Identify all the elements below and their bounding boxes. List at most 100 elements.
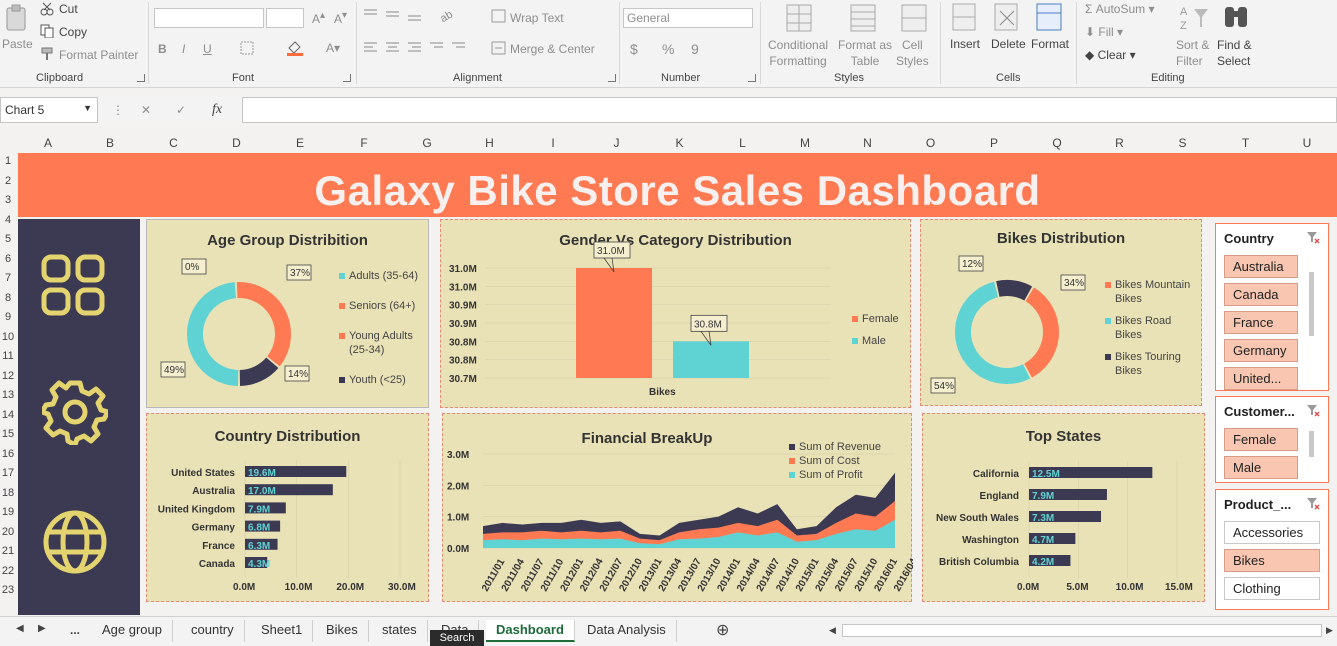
donut-slice[interactable] xyxy=(236,282,291,367)
slicer-item[interactable]: Clothing xyxy=(1224,577,1320,600)
row-header[interactable]: 1 xyxy=(0,155,16,167)
insert-cells-icon[interactable] xyxy=(952,3,978,38)
donut-slice[interactable] xyxy=(239,357,279,386)
column-header[interactable]: A xyxy=(18,134,78,153)
clear-filter-icon[interactable] xyxy=(1306,403,1320,417)
row-header[interactable]: 9 xyxy=(0,311,16,323)
column-header[interactable]: J xyxy=(585,134,648,153)
paste-button[interactable]: Paste xyxy=(2,37,33,51)
column-header[interactable]: S xyxy=(1151,134,1214,153)
percent-button[interactable]: % xyxy=(662,41,674,57)
row-header[interactable]: 14 xyxy=(0,409,16,421)
financial-breakup-chart[interactable]: Financial BreakUp 0.0M 1.0M 2.0M 3.0M 2011/0… xyxy=(442,413,913,602)
new-sheet-icon[interactable]: ⊕ xyxy=(716,620,729,640)
bikes-distribution-chart[interactable]: Bikes Distribution 34% 54% 12% Bikes Mount… xyxy=(920,219,1202,406)
copy-button[interactable]: Copy xyxy=(59,25,87,39)
column-header[interactable]: I xyxy=(521,134,585,153)
globe-icon[interactable] xyxy=(42,509,108,580)
font-name-select[interactable] xyxy=(154,8,264,28)
column-header[interactable]: T xyxy=(1214,134,1277,153)
country-distribution-chart[interactable]: Country Distribution 0.0M 10.0M 20.0M 30.0M… xyxy=(146,413,429,602)
conditional-formatting-icon[interactable] xyxy=(786,4,814,39)
slicer-scrollbar[interactable] xyxy=(1309,272,1314,336)
row-header[interactable]: 20 xyxy=(0,526,16,538)
donut-slice[interactable] xyxy=(996,280,1033,301)
name-box[interactable]: Chart 5 ▼ xyxy=(0,97,98,123)
row-header[interactable]: 16 xyxy=(0,448,16,460)
row-header[interactable]: 19 xyxy=(0,506,16,518)
cell-styles-button[interactable]: Cell Styles xyxy=(896,37,929,69)
column-header[interactable]: R xyxy=(1088,134,1151,153)
shrink-font-icon[interactable]: A▾ xyxy=(334,10,347,26)
donut-slice[interactable] xyxy=(1024,287,1059,378)
bold-button[interactable]: B xyxy=(158,42,167,56)
slicer-item[interactable]: Germany xyxy=(1224,339,1298,362)
wrap-text-icon[interactable] xyxy=(491,9,507,28)
slicer-item[interactable]: Accessories xyxy=(1224,521,1320,544)
row-header[interactable]: 13 xyxy=(0,389,16,401)
format-painter-icon[interactable] xyxy=(40,47,54,66)
copy-icon[interactable] xyxy=(40,24,54,43)
clear-button[interactable]: ◆ Clear ▾ xyxy=(1085,48,1136,62)
row-header[interactable]: 6 xyxy=(0,253,16,265)
grow-font-icon[interactable]: A▴ xyxy=(312,10,325,26)
slicer-item[interactable]: France xyxy=(1224,311,1298,334)
merge-center-icon[interactable] xyxy=(491,41,507,60)
donut-slice[interactable] xyxy=(187,282,239,386)
clear-filter-icon[interactable] xyxy=(1306,496,1320,510)
insert-button[interactable]: Insert xyxy=(950,37,980,51)
formula-input[interactable] xyxy=(242,97,1337,123)
sheet-tab[interactable]: Data Analysis xyxy=(577,620,677,642)
font-size-select[interactable] xyxy=(266,8,304,28)
column-header[interactable]: O xyxy=(899,134,962,153)
insert-function-icon[interactable]: fx xyxy=(212,102,222,118)
number-format-select[interactable]: General xyxy=(623,8,753,28)
italic-button[interactable]: I xyxy=(182,42,185,56)
row-header[interactable]: 8 xyxy=(0,292,16,304)
gender-category-chart[interactable]: Gender Vs Category Distribution 31.0M 31.… xyxy=(440,219,911,408)
row-header[interactable]: 2 xyxy=(0,175,16,187)
autosum-button[interactable]: Σ AutoSum ▾ xyxy=(1085,2,1154,16)
row-header[interactable]: 21 xyxy=(0,545,16,557)
clear-filter-icon[interactable] xyxy=(1306,230,1320,244)
column-header[interactable]: H xyxy=(458,134,521,153)
column-header[interactable]: N xyxy=(836,134,899,153)
column-header[interactable]: C xyxy=(142,134,205,153)
row-header[interactable]: 12 xyxy=(0,370,16,382)
horizontal-scrollbar[interactable] xyxy=(842,624,1322,637)
column-header[interactable]: B xyxy=(78,134,142,153)
cut-icon[interactable] xyxy=(40,2,54,21)
bar-male[interactable] xyxy=(673,341,749,378)
clipboard-launcher-icon[interactable] xyxy=(137,74,145,82)
column-header[interactable]: M xyxy=(774,134,836,153)
scroll-left-icon[interactable]: ◀ xyxy=(16,623,24,634)
sheet-tab[interactable]: country xyxy=(181,620,245,642)
format-as-table-button[interactable]: Format as Table xyxy=(838,37,892,69)
row-header[interactable]: 15 xyxy=(0,428,16,440)
slicer-scrollbar[interactable] xyxy=(1309,431,1314,457)
underline-button[interactable]: U xyxy=(203,42,212,56)
paste-icon[interactable] xyxy=(4,4,30,34)
age-group-chart[interactable]: Age Group Distribition 49% 0% 37% 14% Adult… xyxy=(146,219,429,408)
more-sheets-button[interactable]: ... xyxy=(70,623,80,637)
currency-button[interactable]: $ xyxy=(630,41,638,57)
sheet-tab[interactable]: states xyxy=(372,620,428,642)
column-header[interactable]: P xyxy=(962,134,1026,153)
format-button[interactable]: Format xyxy=(1031,37,1069,51)
conditional-formatting-button[interactable]: Conditional Formatting xyxy=(768,37,828,69)
fill-color-icon[interactable] xyxy=(286,40,304,61)
column-header[interactable]: U xyxy=(1277,134,1337,153)
row-header[interactable]: 18 xyxy=(0,487,16,499)
align-left-icon[interactable] xyxy=(363,41,467,60)
slicer-item[interactable]: Canada xyxy=(1224,283,1298,306)
comma-button[interactable]: 9 xyxy=(691,41,699,57)
column-header[interactable]: L xyxy=(711,134,774,153)
delete-button[interactable]: Delete xyxy=(991,37,1026,51)
row-header[interactable]: 11 xyxy=(0,350,16,362)
sort-filter-button[interactable]: Sort & Filter xyxy=(1176,37,1209,69)
cell-styles-icon[interactable] xyxy=(901,4,929,39)
number-launcher-icon[interactable] xyxy=(748,74,756,82)
fill-button[interactable]: ⬇ Fill ▾ xyxy=(1085,25,1123,39)
column-header[interactable]: D xyxy=(205,134,268,153)
sheet-tab[interactable]: Dashboard xyxy=(486,620,575,642)
